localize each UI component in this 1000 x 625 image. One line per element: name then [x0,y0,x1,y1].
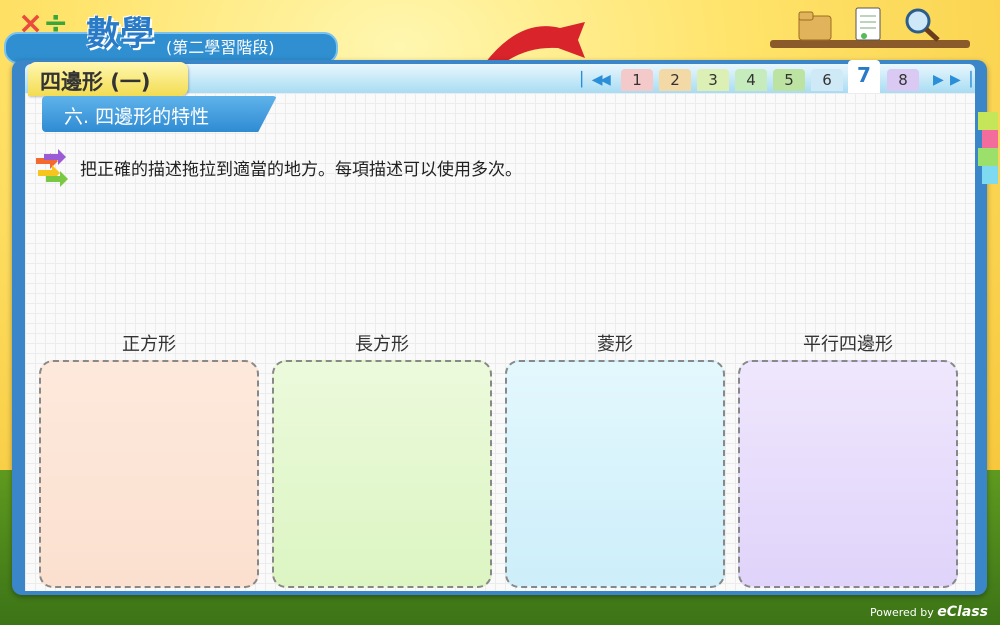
zone-label-square: 正方形 [122,334,176,355]
chapter-label: 四邊形 (一) [40,70,151,94]
zone-label-parallelogram: 平行四邊形 [803,334,893,355]
page-tab-6[interactable]: 6 [811,69,843,91]
folder-icon[interactable] [795,6,835,44]
powered-by: Powered by eClass [870,604,988,620]
app-title: 數學 [86,14,154,54]
page-tab-4[interactable]: 4 [735,69,767,91]
drop-zone-rhombus[interactable] [505,360,725,588]
page-tab-5[interactable]: 5 [773,69,805,91]
math-symbols-icon: ×÷ [18,6,69,41]
zone-label-rhombus: 菱形 [597,334,633,355]
app-logo: ×÷ 數學 (第二學習階段) [4,4,344,64]
app-subtitle: (第二學習階段) [166,38,275,57]
drop-zone-rectangle[interactable] [272,360,492,588]
chapter-tab: 四邊形 (一) [28,62,188,96]
page-tab-3[interactable]: 3 [697,69,729,91]
last-page-icon[interactable]: ▶▕ [950,72,972,88]
search-icon[interactable] [902,6,942,44]
next-page-icon[interactable]: ▶ [933,72,944,88]
page-tab-2[interactable]: 2 [659,69,691,91]
arrows-icon [36,149,68,187]
prev-page-icon[interactable]: ◀ [600,72,611,88]
page-tab-8[interactable]: 8 [887,69,919,91]
page-tab-1[interactable]: 1 [621,69,653,91]
zone-label-rectangle: 長方形 [355,334,409,355]
powered-by-text: Powered by [870,606,934,619]
eclass-logo[interactable]: eClass [937,604,988,620]
drop-zone-square[interactable] [39,360,259,588]
notes-icon[interactable] [848,6,888,44]
instruction-text: 把正確的描述拖拉到適當的地方。每項描述可以使用多次。 [80,160,522,180]
section-label: 六. 四邊形的特性 [64,106,210,128]
drop-zone-parallelogram[interactable] [738,360,958,588]
section-tab: 六. 四邊形的特性 [42,96,277,132]
page-tab-7[interactable]: 7 [848,60,880,93]
